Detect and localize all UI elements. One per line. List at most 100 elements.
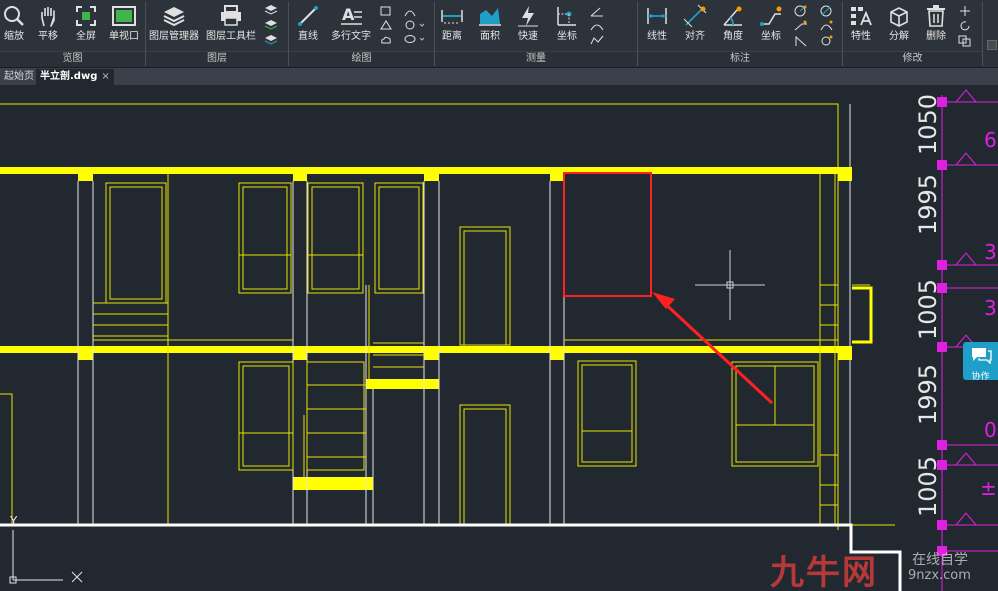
delete-label: 删除 bbox=[926, 31, 946, 42]
explode-button[interactable]: 分解 bbox=[885, 4, 913, 46]
highlight-rectangle bbox=[563, 172, 652, 297]
linear-dim-button[interactable]: 线性 bbox=[643, 4, 671, 46]
aligned-dim-icon bbox=[683, 4, 707, 28]
measure-radius-icon[interactable] bbox=[590, 20, 604, 31]
watermark-tagline: 在线自学 bbox=[912, 552, 968, 568]
fullscreen-label: 全屏 bbox=[76, 31, 96, 42]
measure-angle-icon[interactable] bbox=[590, 6, 604, 17]
center-mark-icon[interactable] bbox=[820, 35, 834, 47]
coordinate-dim-label: 坐标 bbox=[761, 31, 781, 42]
measure-arc-icon[interactable] bbox=[590, 34, 604, 45]
ribbon-toolbar: 缩放 平移 全屏 单视口 图层管理器 图层工具栏 直线 A 多行文字 距离 面积… bbox=[0, 0, 998, 68]
area-icon bbox=[479, 8, 501, 26]
linear-dim-icon bbox=[647, 8, 667, 24]
viewport-icon bbox=[112, 6, 136, 26]
drawing-canvas[interactable]: 1050 1995 1005 1995 1005 6 3 3 0 ±0 Y bbox=[0, 85, 998, 591]
draw-small-tools bbox=[380, 6, 392, 48]
coordinate-dim-button[interactable]: 坐标 bbox=[757, 4, 785, 46]
arc-length-icon[interactable] bbox=[820, 20, 834, 32]
properties-button[interactable]: 特性 bbox=[847, 4, 875, 46]
angle-dim-button[interactable]: 角度 bbox=[719, 4, 747, 46]
quick-icon bbox=[518, 6, 538, 27]
properties-label: 特性 bbox=[851, 31, 871, 42]
move-icon[interactable] bbox=[958, 5, 972, 17]
group-label-draw: 绘图 bbox=[351, 53, 372, 64]
modify-small-tools bbox=[958, 5, 972, 50]
area-button[interactable]: 面积 bbox=[476, 4, 504, 46]
distance-button[interactable]: 距离 bbox=[438, 4, 466, 46]
annotate-small-tools-2 bbox=[820, 5, 834, 50]
watermark-domain: 9nzx.com bbox=[908, 568, 971, 583]
mtext-label: 多行文字 bbox=[331, 31, 371, 42]
tab-drawing-label: 半立剖.dwg bbox=[40, 71, 98, 82]
dim-text-1995-lower: 1995 bbox=[914, 364, 942, 425]
tab-start-page-label: 起始页 bbox=[4, 71, 34, 82]
aligned-dim-label: 对齐 bbox=[685, 31, 705, 42]
level-label-2: 3 bbox=[984, 240, 997, 264]
single-viewport-label: 单视口 bbox=[109, 31, 139, 42]
ribbon-expand-handle[interactable] bbox=[987, 40, 997, 50]
coordinate-icon bbox=[557, 7, 576, 26]
group-label-annotate: 标注 bbox=[730, 53, 750, 64]
tab-close-icon[interactable]: × bbox=[101, 71, 109, 82]
level-label-4: 0 bbox=[984, 418, 997, 442]
trash-icon bbox=[927, 5, 945, 27]
layer-toolbar-label: 图层工具栏 bbox=[206, 31, 256, 42]
stair-landing bbox=[366, 379, 439, 389]
quick-measure-button[interactable]: 快速 bbox=[514, 4, 542, 46]
line-button[interactable]: 直线 bbox=[294, 4, 322, 46]
level-label-5: ±0 bbox=[980, 476, 998, 500]
ellipse-icon[interactable] bbox=[404, 34, 426, 45]
explode-label: 分解 bbox=[889, 31, 909, 42]
circle-icon[interactable] bbox=[404, 20, 426, 31]
document-tabs: 起始页 半立剖.dwg × bbox=[0, 68, 998, 85]
layer-merge-icon[interactable] bbox=[264, 34, 278, 46]
tab-drawing[interactable]: 半立剖.dwg × bbox=[36, 69, 114, 85]
aligned-dim-button[interactable]: 对齐 bbox=[681, 4, 709, 46]
quick-measure-label: 快速 bbox=[518, 31, 538, 42]
line-label: 直线 bbox=[298, 31, 318, 42]
angle-dim-label: 角度 bbox=[723, 31, 743, 42]
group-label-layers: 图层 bbox=[207, 53, 227, 64]
line-icon bbox=[298, 6, 318, 26]
level-label-1: 6 bbox=[984, 128, 997, 152]
ground-line bbox=[0, 523, 902, 591]
crosshair-cursor bbox=[695, 250, 765, 320]
rectangle-icon[interactable] bbox=[380, 6, 392, 17]
rotate-icon[interactable] bbox=[958, 20, 972, 32]
arc-icon[interactable] bbox=[404, 6, 426, 17]
distance-icon bbox=[441, 10, 463, 24]
leader-icon[interactable] bbox=[794, 20, 808, 32]
coordinate-measure-label: 坐标 bbox=[557, 31, 577, 42]
ordinate-icon[interactable] bbox=[794, 35, 808, 47]
delete-button[interactable]: 删除 bbox=[922, 4, 950, 46]
collab-button[interactable]: 协作 bbox=[963, 342, 998, 382]
fullscreen-icon bbox=[76, 6, 96, 26]
tab-start-page[interactable]: 起始页 bbox=[0, 69, 38, 85]
copy-icon[interactable] bbox=[958, 35, 972, 47]
group-label-measure: 测量 bbox=[526, 53, 546, 64]
watermark-brand: 九牛网 bbox=[770, 553, 878, 591]
fullscreen-button[interactable]: 全屏 bbox=[72, 4, 100, 46]
layer-small-tools bbox=[264, 4, 278, 49]
diameter-dim-icon[interactable] bbox=[820, 5, 834, 17]
layer-isolate-icon[interactable] bbox=[264, 19, 278, 31]
layer-toolbar-button[interactable]: 图层工具栏 bbox=[205, 4, 257, 46]
explode-icon bbox=[890, 7, 908, 27]
coordinate-measure-button[interactable]: 坐标 bbox=[553, 4, 581, 46]
dimension-chain bbox=[941, 89, 998, 591]
mtext-button[interactable]: A 多行文字 bbox=[330, 4, 372, 46]
layer-manager-button[interactable]: 图层管理器 bbox=[148, 4, 200, 46]
cloud-icon[interactable] bbox=[380, 34, 392, 45]
polygon-icon[interactable] bbox=[380, 20, 392, 31]
group-label-view: 览图 bbox=[62, 53, 83, 64]
ucs-icon bbox=[9, 530, 83, 584]
watermark: 九牛网 在线自学 9nzx.com bbox=[770, 545, 971, 591]
single-viewport-button[interactable]: 单视口 bbox=[107, 4, 141, 46]
pan-button[interactable]: 平移 bbox=[34, 4, 62, 46]
level-label-3: 3 bbox=[984, 296, 997, 320]
zoom-button[interactable]: 缩放 bbox=[2, 4, 26, 46]
layer-state-icon[interactable] bbox=[264, 4, 278, 16]
coordinate-dim-icon bbox=[760, 6, 782, 26]
radius-dim-icon[interactable] bbox=[794, 5, 808, 17]
